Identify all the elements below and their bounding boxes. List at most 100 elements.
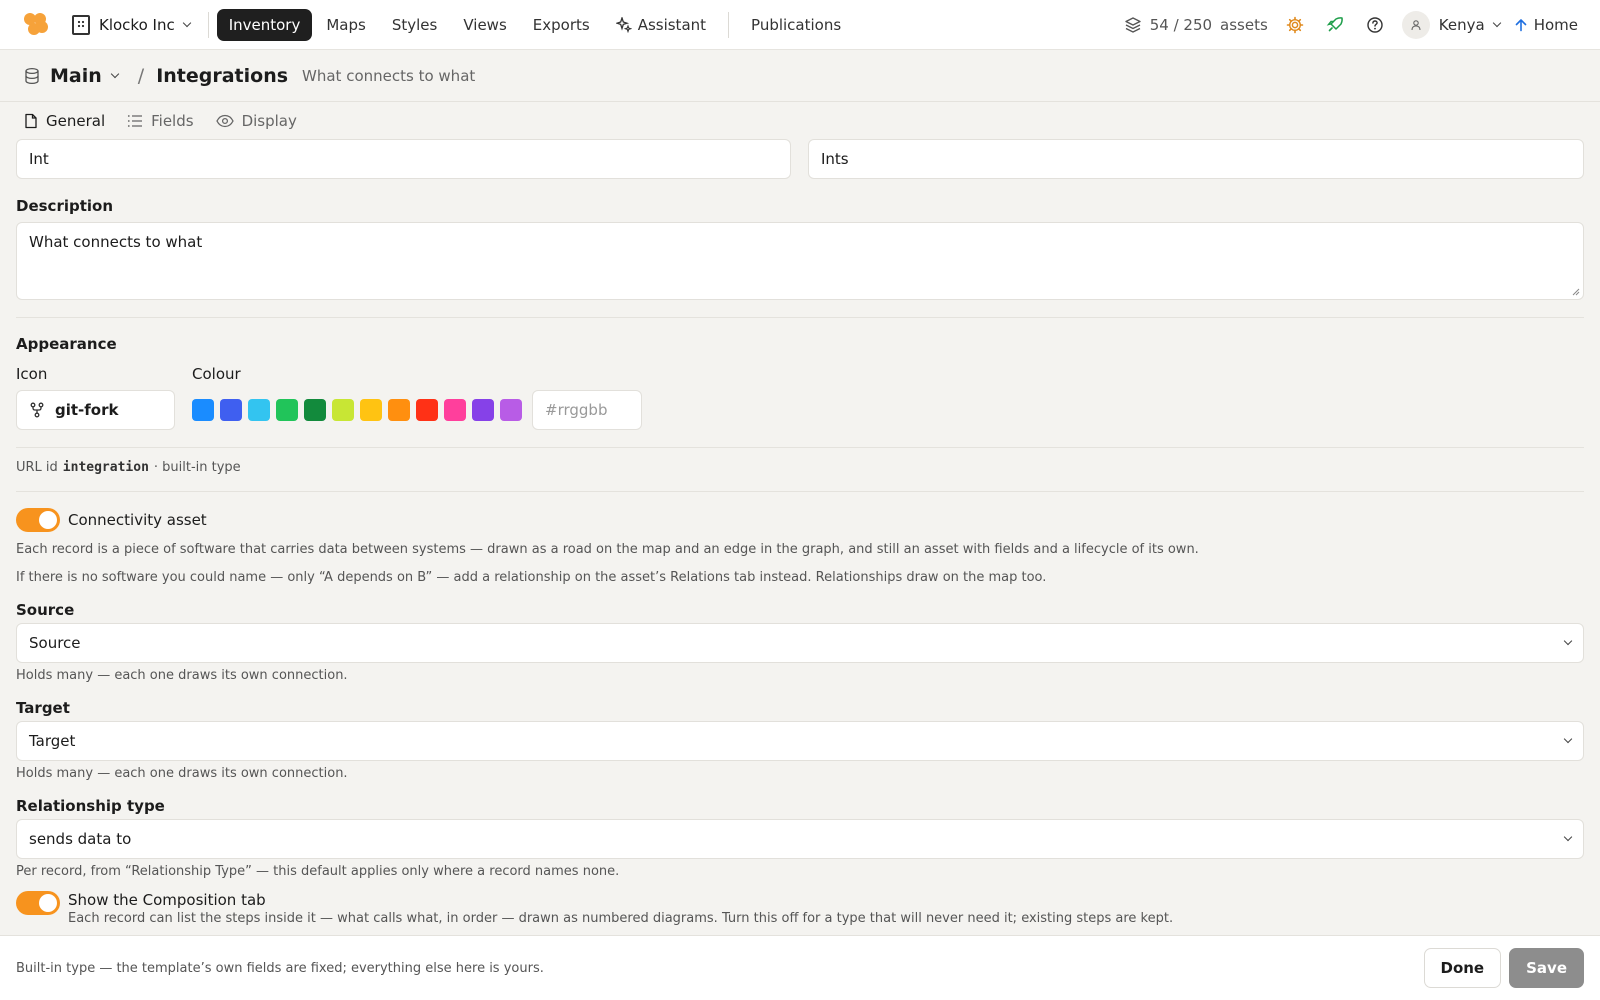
divider	[207, 11, 209, 38]
breadcrumb-separator: /	[137, 64, 145, 87]
colour-field: Colour #rrggbb	[192, 365, 642, 430]
tab-label: General	[46, 112, 106, 130]
relationship-type-select[interactable]: sends data to	[16, 819, 1584, 859]
tab-fields[interactable]: Fields	[127, 112, 194, 130]
description-label: Description	[16, 197, 114, 215]
url-id-suffix: · built-in type	[153, 460, 241, 475]
select-value: Target	[29, 732, 76, 750]
chevron-down-icon	[1492, 18, 1501, 27]
colour-swatch[interactable]	[388, 399, 410, 421]
user-name: Kenya	[1438, 15, 1485, 34]
assets-counter[interactable]: 54 / 250 assets	[1124, 16, 1268, 34]
building-icon	[72, 14, 90, 35]
home-label: Home	[1533, 15, 1578, 34]
save-button[interactable]: Save	[1509, 948, 1584, 988]
colour-swatch[interactable]	[360, 399, 382, 421]
url-id-value: integration	[62, 460, 149, 475]
divider	[16, 317, 1584, 318]
footer-bar: Built-in type — the template’s own field…	[0, 935, 1600, 1000]
nav-styles[interactable]: Styles	[380, 9, 450, 41]
composition-toggle[interactable]	[16, 891, 60, 915]
nav-inventory[interactable]: Inventory	[216, 8, 313, 41]
general-form: Int Ints Description What connects to wh…	[16, 139, 1584, 926]
rocket-icon	[1326, 16, 1343, 31]
input-value: Int	[29, 150, 49, 168]
nav-views[interactable]: Views	[451, 9, 518, 41]
hex-colour-input[interactable]: #rrggbb	[532, 390, 642, 430]
name-row: Int Ints	[16, 139, 1584, 179]
colour-swatch[interactable]	[332, 399, 354, 421]
app-logo[interactable]	[22, 11, 50, 39]
help-button[interactable]	[1362, 12, 1388, 38]
composition-text: Show the Composition tab Each record can…	[68, 891, 1173, 926]
textarea-value: What connects to what	[29, 233, 203, 251]
appearance-heading: Appearance	[16, 335, 117, 353]
tab-label: Fields	[151, 112, 194, 130]
plural-name-input[interactable]: Ints	[808, 139, 1584, 179]
colour-swatch[interactable]	[220, 399, 242, 421]
colour-swatch[interactable]	[472, 399, 494, 421]
topbar-right: 54 / 250 assets Kenya Home	[1124, 10, 1578, 39]
select-value: Source	[29, 634, 81, 652]
icon-picker[interactable]: git-fork	[16, 390, 175, 430]
settings-button[interactable]	[1282, 12, 1308, 38]
home-link[interactable]: Home	[1514, 16, 1578, 34]
singular-name-input[interactable]: Int	[16, 139, 791, 179]
nav-assistant[interactable]: Assistant	[604, 9, 718, 41]
description-textarea[interactable]: What connects to what	[16, 222, 1584, 300]
nav-publications[interactable]: Publications	[739, 9, 853, 41]
launch-button[interactable]	[1322, 12, 1348, 38]
resize-handle-icon[interactable]	[1571, 287, 1580, 296]
help-circle-icon	[1367, 16, 1383, 33]
colour-swatch[interactable]	[500, 399, 522, 421]
workspace-name: Main	[50, 64, 102, 87]
divider	[728, 11, 730, 38]
chevron-down-icon	[1563, 636, 1573, 646]
page-title: Integrations	[156, 64, 289, 87]
colour-swatch[interactable]	[192, 399, 214, 421]
footer-actions: Done Save	[1423, 948, 1584, 988]
nav-label: Exports	[532, 15, 590, 34]
icon-label: Icon	[16, 365, 48, 383]
nav-label: Assistant	[637, 15, 707, 34]
tab-display[interactable]: Display	[215, 112, 297, 130]
colour-swatch[interactable]	[416, 399, 438, 421]
nav-exports[interactable]: Exports	[521, 9, 602, 41]
source-help: Holds many — each one draws its own conn…	[16, 668, 348, 683]
source-select[interactable]: Source	[16, 623, 1584, 663]
connectivity-row: Connectivity asset	[16, 508, 1584, 532]
colour-label: Colour	[192, 365, 241, 383]
workspace-switcher[interactable]: Main	[50, 64, 120, 87]
select-value: sends data to	[29, 830, 132, 848]
icon-value: git-fork	[55, 401, 119, 419]
layers-icon	[1125, 16, 1141, 33]
list-icon	[128, 115, 143, 127]
assets-label: assets	[1220, 15, 1268, 34]
done-button[interactable]: Done	[1423, 948, 1502, 988]
target-select[interactable]: Target	[16, 721, 1584, 761]
colour-swatch[interactable]	[444, 399, 466, 421]
tab-bar: General Fields Display	[0, 103, 1600, 139]
page-subtitle: What connects to what	[302, 66, 476, 85]
connectivity-toggle[interactable]	[16, 508, 60, 532]
url-id-prefix: URL id	[16, 460, 58, 475]
button-label: Done	[1440, 959, 1485, 977]
colour-swatch[interactable]	[304, 399, 326, 421]
colour-swatch[interactable]	[276, 399, 298, 421]
org-name: Klocko Inc	[99, 15, 175, 34]
colour-swatch[interactable]	[248, 399, 270, 421]
connectivity-help: Each record is a piece of software that …	[16, 542, 1199, 557]
tab-general[interactable]: General	[24, 112, 105, 130]
nav-label: Styles	[391, 15, 438, 34]
connectivity-label: Connectivity asset	[68, 511, 207, 529]
icon-field: Icon git-fork	[16, 365, 175, 430]
chevron-down-icon	[1563, 734, 1573, 744]
target-help: Holds many — each one draws its own conn…	[16, 766, 348, 781]
user-menu[interactable]: Kenya	[1401, 10, 1501, 39]
divider	[16, 447, 1584, 448]
source-label: Source	[16, 601, 75, 619]
file-icon	[25, 113, 37, 129]
colour-swatches: #rrggbb	[192, 390, 642, 430]
nav-maps[interactable]: Maps	[314, 9, 377, 41]
org-switcher[interactable]: Klocko Inc	[72, 14, 191, 35]
